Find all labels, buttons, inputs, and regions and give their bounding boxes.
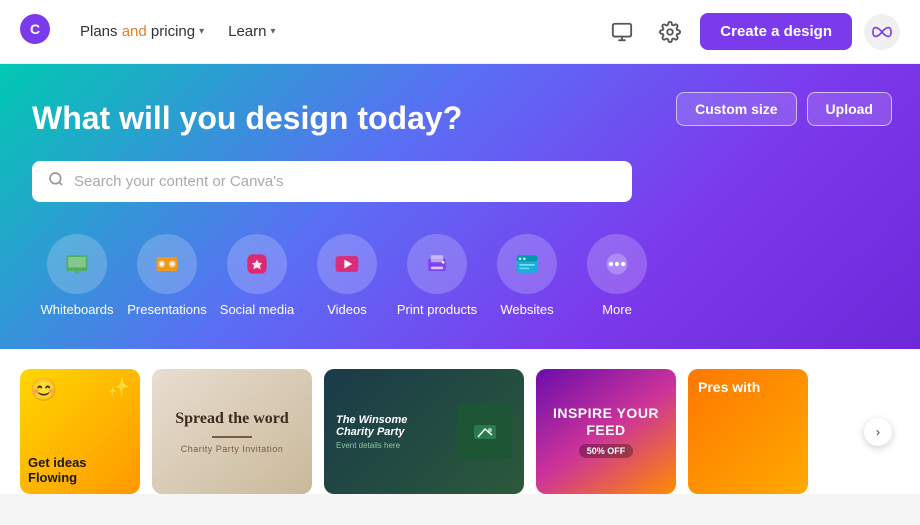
main-nav: Plans and pricing ▾ Learn ▾ — [70, 17, 604, 46]
category-videos[interactable]: Videos — [302, 234, 392, 317]
whiteboards-label: Whiteboards — [41, 302, 114, 317]
plans-chevron-icon: ▾ — [199, 26, 204, 37]
templates-section: 😊 ✨ Get ideas Flowing Spread the word Ch… — [0, 349, 920, 494]
more-icon — [587, 234, 647, 294]
card3-title: The Winsome Charity Party — [336, 414, 447, 438]
card2-subtitle: Charity Party Invitation — [175, 444, 289, 454]
more-label: More — [602, 302, 632, 317]
hero-action-buttons: Custom size Upload — [676, 92, 892, 126]
videos-label: Videos — [327, 302, 367, 317]
template-card-pres[interactable]: Pres with — [688, 369, 808, 494]
category-websites[interactable]: Websites — [482, 234, 572, 317]
template-card-charity[interactable]: The Winsome Charity Party Event details … — [324, 369, 524, 494]
card4-badge: 50% OFF — [579, 444, 634, 458]
category-whiteboards[interactable]: Whiteboards — [32, 234, 122, 317]
header-actions: Create a design — [604, 13, 900, 50]
monitor-icon[interactable] — [604, 14, 640, 50]
category-social-media[interactable]: Social media — [212, 234, 302, 317]
chevron-right-icon: › — [876, 425, 880, 439]
hero-section: Custom size Upload What will you design … — [0, 64, 920, 349]
videos-icon — [317, 234, 377, 294]
card2-divider — [212, 436, 252, 438]
card1-emoji-icon: 😊 — [30, 377, 57, 403]
category-list: Whiteboards Presentations — [32, 234, 888, 317]
canva-logo[interactable]: C — [20, 14, 50, 50]
card4-title: INSPIRE YOUR FEED — [546, 405, 666, 439]
hero-title: What will you design today? — [32, 100, 532, 137]
template-card-spread-word[interactable]: Spread the word Charity Party Invitation — [152, 369, 312, 494]
card1-text: Get ideas Flowing — [28, 455, 132, 486]
whiteboards-icon — [47, 234, 107, 294]
search-bar — [32, 161, 632, 202]
search-icon — [48, 171, 64, 192]
header: C Plans and pricing ▾ Learn ▾ — [0, 0, 920, 64]
nav-learn[interactable]: Learn ▾ — [218, 17, 285, 46]
card3-image — [457, 404, 512, 459]
print-products-icon — [407, 234, 467, 294]
websites-icon — [497, 234, 557, 294]
print-products-label: Print products — [397, 302, 477, 317]
settings-icon[interactable] — [652, 14, 688, 50]
presentations-icon — [137, 234, 197, 294]
card1-star-icon: ✨ — [108, 377, 130, 398]
user-avatar[interactable] — [864, 14, 900, 50]
card2-title: Spread the word — [175, 409, 289, 430]
scroll-right-button[interactable]: › — [864, 418, 892, 446]
card1-title: Get ideas Flowing — [28, 455, 132, 486]
category-more[interactable]: More — [572, 234, 662, 317]
nav-plans-text: Plans and pricing — [80, 23, 195, 40]
template-card-get-ideas[interactable]: 😊 ✨ Get ideas Flowing — [20, 369, 140, 494]
card3-subtitle: Event details here — [336, 441, 447, 450]
category-print-products[interactable]: Print products — [392, 234, 482, 317]
presentations-label: Presentations — [127, 302, 207, 317]
upload-button[interactable]: Upload — [807, 92, 892, 126]
learn-chevron-icon: ▾ — [271, 26, 276, 37]
search-input[interactable] — [74, 173, 616, 190]
websites-label: Websites — [500, 302, 553, 317]
nav-plans-pricing[interactable]: Plans and pricing ▾ — [70, 17, 214, 46]
category-presentations[interactable]: Presentations — [122, 234, 212, 317]
social-media-icon — [227, 234, 287, 294]
social-media-label: Social media — [220, 302, 294, 317]
create-design-button[interactable]: Create a design — [700, 13, 852, 50]
card5-title: Pres with — [698, 379, 760, 396]
learn-label: Learn — [228, 23, 266, 40]
svg-text:C: C — [30, 21, 40, 37]
template-card-inspire[interactable]: INSPIRE YOUR FEED 50% OFF — [536, 369, 676, 494]
custom-size-button[interactable]: Custom size — [676, 92, 796, 126]
